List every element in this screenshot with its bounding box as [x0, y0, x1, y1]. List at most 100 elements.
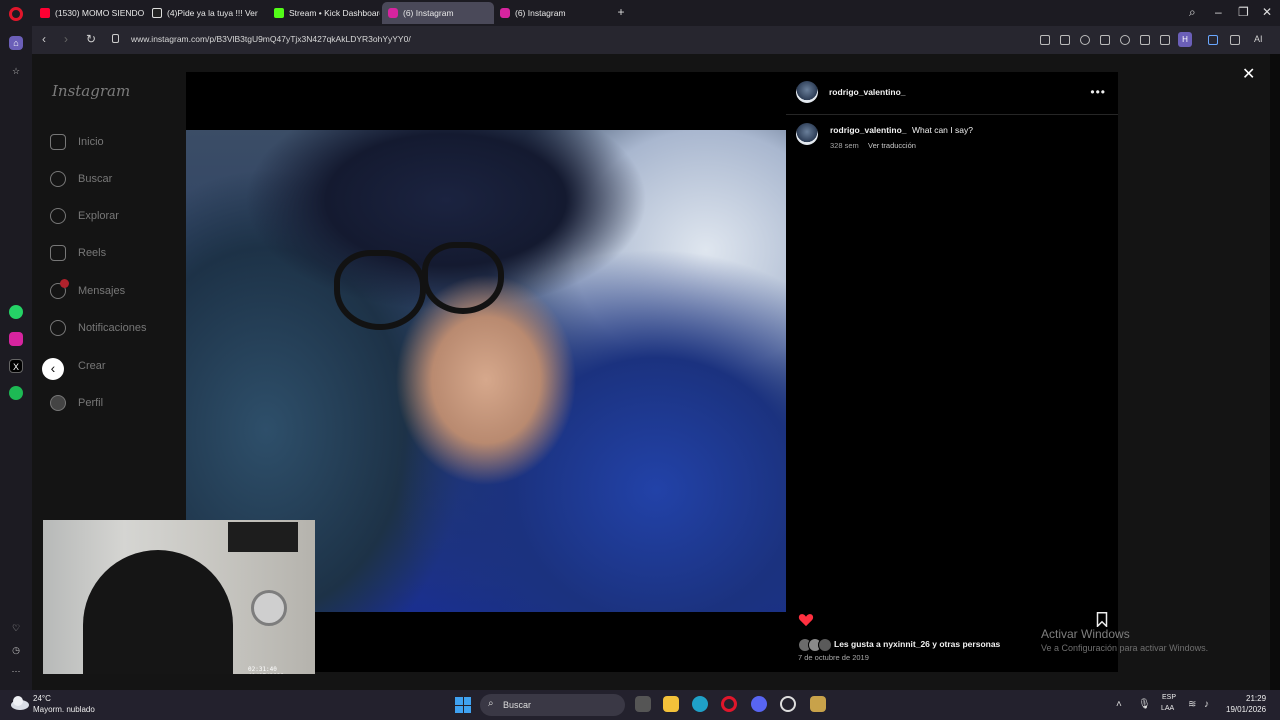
close-icon[interactable]: ✕	[1242, 64, 1255, 84]
language-secondary[interactable]: LAA	[1161, 705, 1174, 712]
instagram-icon	[500, 8, 510, 18]
nav-label: Reels	[78, 247, 107, 259]
instagram-logo[interactable]: Instagram	[52, 82, 130, 100]
kick-icon	[274, 8, 284, 18]
profile-badge[interactable]: H	[1178, 32, 1192, 47]
language-primary[interactable]: ESP	[1162, 694, 1176, 701]
wifi-icon[interactable]: ≋	[1188, 699, 1196, 710]
forward-icon[interactable]: ›	[64, 32, 68, 46]
tab-instagram[interactable]: (6) Instagram	[494, 2, 608, 24]
home-icon[interactable]: ⌂	[9, 36, 23, 50]
search-tabs-icon[interactable]: ⌕	[1189, 5, 1196, 20]
steam-icon[interactable]	[780, 696, 796, 712]
back-icon[interactable]: ‹	[42, 32, 46, 46]
tab-instagram-active[interactable]: (6) Instagram	[382, 2, 494, 24]
opera-logo-icon[interactable]	[9, 7, 23, 21]
vpn-icon[interactable]	[1080, 35, 1090, 45]
url-field[interactable]: www.instagram.com/p/B3VlB3tgU9mQ47yTjx3N…	[131, 34, 411, 44]
nav-label: Crear	[78, 360, 106, 372]
webcam-detail	[228, 522, 298, 552]
tab-label: (6) Instagram	[515, 8, 566, 18]
tab-tiktok[interactable]: (4)Pide ya la tuya !!! Versió	[146, 2, 258, 24]
messages-icon	[50, 279, 69, 299]
heart-sidebar-icon[interactable]: ♡	[9, 621, 23, 635]
share-icon[interactable]	[1040, 35, 1050, 45]
profile-icon	[50, 395, 66, 411]
spotify-icon[interactable]	[9, 386, 23, 400]
nav-item-explorar[interactable]: Explorar	[50, 206, 119, 226]
nav-item-perfil[interactable]: Perfil	[50, 393, 103, 413]
tray-chevron-icon[interactable]: ˄	[1116, 699, 1122, 710]
microphone-icon[interactable]: 🎙	[1138, 699, 1151, 710]
webcam-overlay: 02:31:40 40/07/2022	[43, 520, 315, 674]
camera-icon[interactable]	[1060, 35, 1070, 45]
history-icon[interactable]: ◷	[9, 643, 23, 657]
close-window-button[interactable]: ✕	[1262, 5, 1272, 19]
nav-label: Notificaciones	[78, 322, 147, 334]
instagram-icon	[388, 8, 398, 18]
heart-toolbar-icon[interactable]	[1120, 35, 1130, 45]
windows-start-icon[interactable]	[455, 697, 471, 713]
photo-detail	[334, 250, 426, 330]
nav-item-inicio[interactable]: Inicio	[50, 132, 104, 152]
new-tab-button[interactable]: +	[615, 6, 627, 19]
avatar[interactable]	[796, 81, 818, 103]
nav-label: Perfil	[78, 397, 104, 409]
search-icon: ⌕	[488, 698, 494, 709]
edge-icon[interactable]	[692, 696, 708, 712]
clock-time[interactable]: 21:29	[1246, 694, 1266, 703]
search-icon	[50, 171, 66, 187]
post-date: 7 de octubre de 2019	[798, 653, 869, 662]
divider	[786, 114, 1118, 115]
tab-kick[interactable]: Stream • Kick Dashboard	[268, 2, 380, 24]
aria-icon[interactable]	[1208, 35, 1218, 45]
menu-icon[interactable]	[1160, 35, 1170, 45]
post-username[interactable]: rodrigo_valentino_	[829, 87, 906, 97]
tab-label: (6) Instagram	[403, 8, 454, 18]
opera-sidebar: ⌂ ☆ X ♡ ◷ ⋯	[0, 26, 32, 690]
task-view-icon[interactable]	[635, 696, 651, 712]
instagram-sidebar-icon[interactable]	[9, 332, 23, 346]
weather-icon[interactable]	[10, 694, 30, 717]
previous-post-button[interactable]: ‹	[42, 358, 64, 380]
caption-username[interactable]: rodrigo_valentino_	[830, 125, 907, 135]
tiktok-icon	[152, 8, 162, 18]
play-icon[interactable]	[1100, 35, 1110, 45]
x-twitter-icon[interactable]: X	[9, 359, 23, 373]
browser-tab-strip: (1530) MOMO SIENDO FA (4)Pide ya la tuya…	[0, 0, 1280, 26]
like-heart-icon[interactable]	[798, 612, 814, 627]
restore-button[interactable]: ❐	[1238, 5, 1249, 19]
avatar[interactable]	[796, 123, 818, 145]
star-icon[interactable]: ☆	[9, 64, 23, 78]
bookmark-icon[interactable]	[1096, 612, 1108, 627]
more-icon[interactable]: ⋯	[9, 664, 23, 678]
discord-icon[interactable]	[751, 696, 767, 712]
nav-item-buscar[interactable]: Buscar	[50, 169, 112, 189]
file-explorer-icon[interactable]	[663, 696, 679, 712]
volume-icon[interactable]: ♪	[1204, 699, 1209, 710]
minimize-button[interactable]: –	[1215, 5, 1222, 19]
liker-avatars	[798, 638, 832, 652]
reload-icon[interactable]: ↻	[86, 32, 96, 46]
lock-icon	[112, 34, 119, 43]
likes-text[interactable]: Les gusta a nyxinnit_26 y otras personas	[834, 639, 1000, 649]
taskbar-search[interactable]: ⌕ Buscar	[480, 694, 625, 716]
nav-label: Inicio	[78, 136, 104, 148]
translate-link[interactable]: Ver traducción	[868, 141, 916, 150]
webcam-timestamp: 02:31:40 40/07/2022	[248, 666, 284, 674]
extensions-icon[interactable]	[1230, 35, 1240, 45]
tab-youtube[interactable]: (1530) MOMO SIENDO FA	[34, 2, 144, 24]
ai-button[interactable]: AI	[1254, 34, 1263, 44]
heart-icon	[50, 320, 66, 336]
nav-item-notificaciones[interactable]: Notificaciones	[50, 318, 146, 338]
opera-taskbar-icon[interactable]	[721, 696, 737, 712]
clock-date[interactable]: 19/01/2026	[1226, 705, 1266, 714]
activate-windows-subtitle: Ve a Configuración para activar Windows.	[1041, 643, 1209, 653]
game-icon[interactable]	[810, 696, 826, 712]
download-icon[interactable]	[1140, 35, 1150, 45]
more-options-icon[interactable]: •••	[1090, 85, 1106, 99]
nav-item-reels[interactable]: Reels	[50, 243, 106, 263]
home-icon	[50, 134, 66, 150]
nav-item-mensajes[interactable]: Mensajes	[50, 279, 125, 301]
whatsapp-icon[interactable]	[9, 305, 23, 319]
